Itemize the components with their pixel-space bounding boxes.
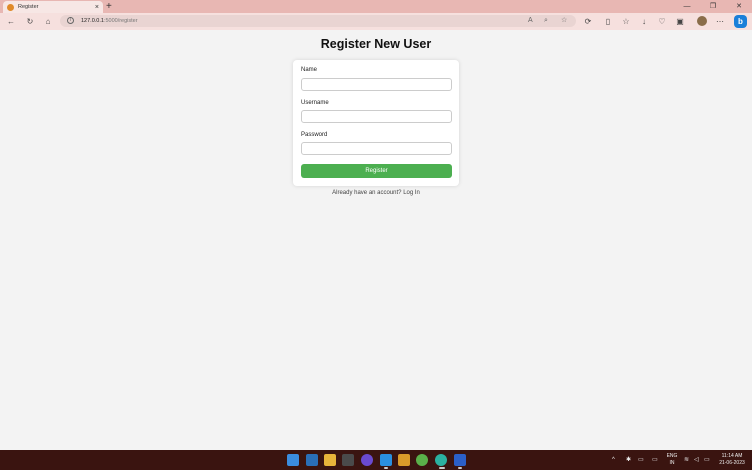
username-input[interactable] xyxy=(301,110,452,123)
bing-copilot-icon[interactable]: b xyxy=(734,15,747,28)
username-label: Username xyxy=(301,100,329,106)
login-link[interactable]: Log In xyxy=(403,190,420,196)
wifi-icon[interactable]: ≋ xyxy=(684,450,689,470)
password-input[interactable] xyxy=(301,142,452,155)
browser-tab-strip: Register × + — ❐ ✕ xyxy=(0,0,752,13)
clock[interactable]: 11:14 AM 21-06-2023 xyxy=(714,453,750,467)
password-label: Password xyxy=(301,132,328,138)
vscode-running-indicator xyxy=(384,467,388,469)
region-code: IN xyxy=(669,460,675,466)
url-text[interactable]: 127.0.0.1:5000/register xyxy=(81,15,138,27)
favorite-star-icon[interactable]: ☆ xyxy=(561,15,567,27)
edge-running-indicator xyxy=(439,467,445,469)
extensions-icon[interactable]: ⟳ xyxy=(582,13,594,30)
more-menu-icon[interactable]: ⋯ xyxy=(714,13,726,30)
chrome-icon[interactable] xyxy=(416,454,428,466)
new-tab-button[interactable]: + xyxy=(106,0,112,13)
word-running-indicator xyxy=(458,467,462,469)
browser-tab[interactable]: Register × xyxy=(3,1,103,13)
read-aloud-icon[interactable]: A xyxy=(528,15,533,27)
info-icon[interactable]: i xyxy=(67,17,74,24)
downloads-icon[interactable]: ↓ xyxy=(638,13,650,30)
favorites-icon[interactable]: ☆ xyxy=(620,13,632,30)
name-label: Name xyxy=(301,67,318,73)
login-prompt-text: Already have an account? xyxy=(332,190,404,196)
bluetooth-icon[interactable]: ✱ xyxy=(626,450,631,470)
browser-essentials-icon[interactable]: ♡ xyxy=(656,13,668,30)
address-bar[interactable]: i 127.0.0.1:5000/register A ⌕ ☆ xyxy=(60,15,576,27)
favicon-icon xyxy=(7,3,14,11)
home-icon[interactable]: ⌂ xyxy=(42,13,54,30)
login-prompt: Already have an account? Log In xyxy=(0,190,752,196)
pycharm-icon[interactable] xyxy=(342,454,354,466)
close-tab-icon[interactable]: × xyxy=(95,4,99,11)
volume-icon[interactable]: ◁ xyxy=(694,450,699,470)
chat-app-icon[interactable] xyxy=(361,454,373,466)
display-icon[interactable]: ▭ xyxy=(652,450,658,470)
tab-title: Register xyxy=(18,4,39,10)
keyboard-icon[interactable]: ▭ xyxy=(638,450,644,470)
clock-time: 11:14 AM xyxy=(721,453,743,459)
collections-icon[interactable]: ▣ xyxy=(674,13,686,30)
window-close-button[interactable]: ✕ xyxy=(730,0,748,13)
zoom-icon[interactable]: ⌕ xyxy=(544,15,548,27)
word-icon[interactable] xyxy=(454,454,466,466)
profile-avatar[interactable] xyxy=(697,16,707,26)
minimize-button[interactable]: — xyxy=(678,0,696,13)
browser-toolbar: ← ↻ ⌂ i 127.0.0.1:5000/register A ⌕ ☆ ⟳ … xyxy=(0,13,752,30)
clock-date: 21-06-2023 xyxy=(719,460,745,466)
edge-icon[interactable] xyxy=(435,454,447,466)
register-form: Name Username Password Register xyxy=(293,60,459,186)
sublime-text-icon[interactable] xyxy=(398,454,410,466)
taskbar: ^ ✱ ▭ ▭ ENG IN ≋ ◁ ▭ 11:14 AM 21-06-2023 xyxy=(0,450,752,470)
restore-button[interactable]: ❐ xyxy=(704,0,722,13)
register-button[interactable]: Register xyxy=(301,164,452,178)
file-explorer-icon[interactable] xyxy=(324,454,336,466)
page-title: Register New User xyxy=(320,37,432,51)
name-input[interactable] xyxy=(301,78,452,91)
split-screen-icon[interactable]: ▯ xyxy=(602,13,614,30)
show-hidden-icons-icon[interactable]: ^ xyxy=(612,450,615,470)
mail-app-icon[interactable] xyxy=(306,454,318,466)
language-indicator[interactable]: ENG IN xyxy=(664,453,680,467)
refresh-icon[interactable]: ↻ xyxy=(24,13,36,30)
battery-icon[interactable]: ▭ xyxy=(704,450,710,470)
language-code: ENG xyxy=(666,453,678,459)
start-icon[interactable] xyxy=(287,454,299,466)
vscode-icon[interactable] xyxy=(380,454,392,466)
back-icon[interactable]: ← xyxy=(5,13,17,30)
